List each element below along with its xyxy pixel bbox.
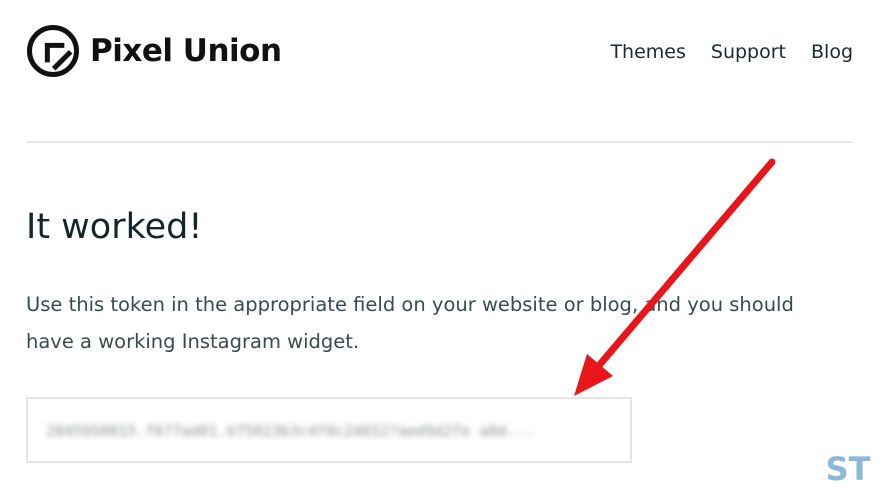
instructions-text: Use this token in the appropriate field … <box>26 293 794 353</box>
brand-logo[interactable]: Pixel Union <box>26 24 282 78</box>
red-arrow-icon <box>574 158 776 396</box>
brand-name: Pixel Union <box>90 33 282 69</box>
pixel-union-logo-icon <box>27 25 79 77</box>
nav-blog-link[interactable]: Blog <box>811 41 853 63</box>
nav-themes-link[interactable]: Themes <box>610 41 685 63</box>
site-header: Pixel Union Themes Support Blog <box>0 0 880 110</box>
watermark-text: ST <box>826 450 871 488</box>
site-watermark-icon: ST <box>826 450 871 488</box>
page-title: It worked! <box>26 207 203 247</box>
access-token-value[interactable]: 2845950015.f677ad01.b75023b3c4f0c24652?a… <box>46 422 534 440</box>
access-token-field[interactable]: 2845950015.f677ad01.b75023b3c4f0c24652?a… <box>26 397 632 463</box>
main-nav: Themes Support Blog <box>610 41 853 63</box>
header-divider <box>26 141 853 143</box>
nav-support-link[interactable]: Support <box>711 41 786 63</box>
